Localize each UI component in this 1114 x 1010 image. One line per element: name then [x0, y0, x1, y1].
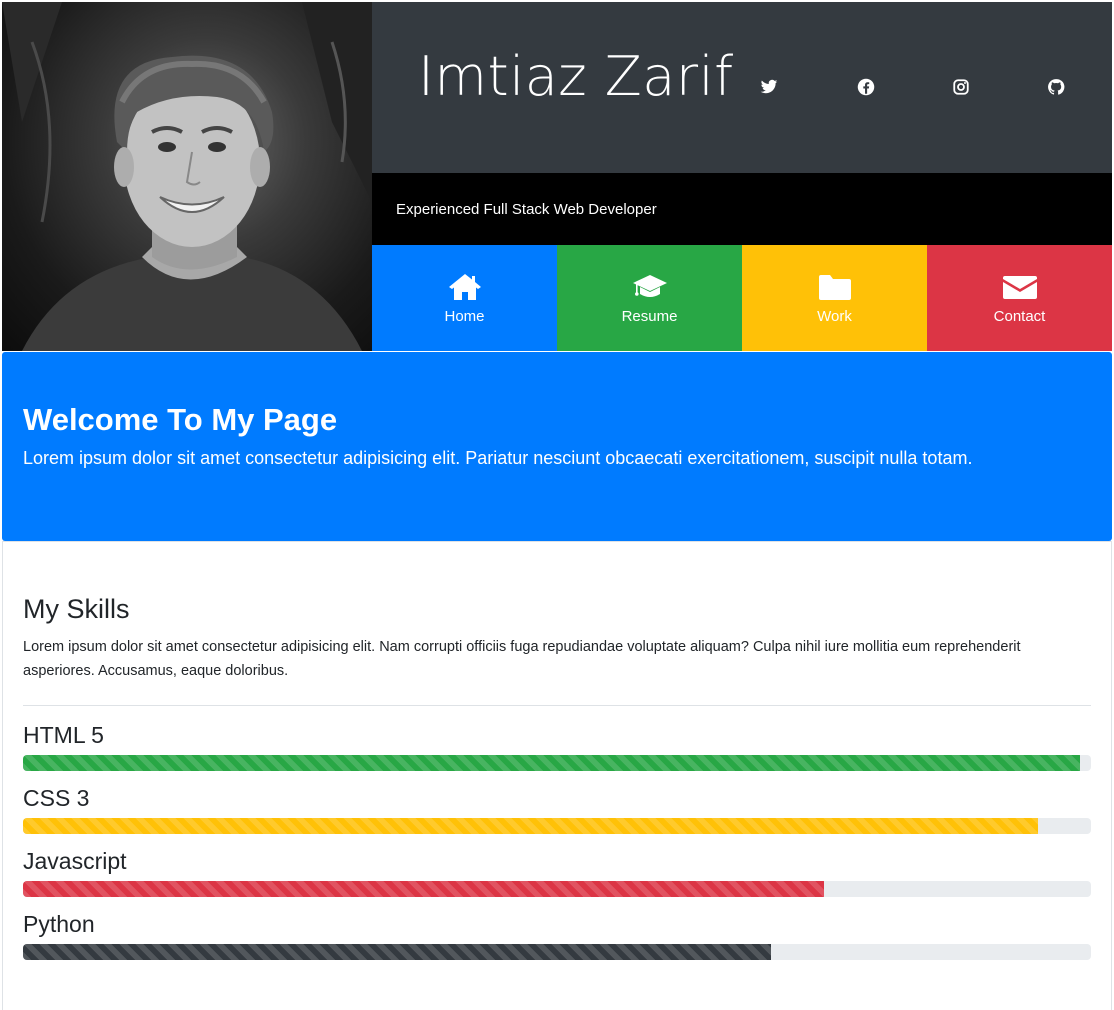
nav-contact[interactable]: Contact: [927, 245, 1112, 351]
site-owner-name: Imtiaz Zarif: [418, 45, 734, 108]
nav-home-label: Home: [444, 307, 485, 325]
skill-name: CSS 3: [23, 785, 90, 811]
progress-track: [23, 755, 1091, 771]
page: Imtiaz Zarif Experienced Full Stack Web …: [2, 2, 1112, 1010]
skill-html: HTML 5: [23, 722, 1091, 771]
skills-section: My Skills Lorem ipsum dolor sit amet con…: [2, 541, 1112, 1010]
profile-photo: [2, 2, 372, 351]
progress-bar: [23, 818, 1038, 834]
instagram-icon[interactable]: [952, 78, 972, 98]
skill-javascript: Javascript: [23, 848, 1091, 897]
envelope-icon: [1002, 275, 1037, 299]
skill-name: Python: [23, 911, 95, 937]
skill-name: Javascript: [23, 848, 127, 874]
header-name-bar: Imtiaz Zarif: [372, 2, 1112, 173]
twitter-icon[interactable]: [760, 78, 780, 98]
progress-bar: [23, 944, 771, 960]
progress-bar: [23, 755, 1081, 771]
tagline: Experienced Full Stack Web Developer: [396, 201, 657, 218]
folder-icon: [818, 274, 851, 300]
welcome-title: Welcome To My Page: [23, 402, 338, 437]
skills-title: My Skills: [23, 594, 130, 624]
welcome-text: Lorem ipsum dolor sit amet consectetur a…: [23, 448, 973, 468]
progress-track: [23, 944, 1091, 960]
skills-intro: Lorem ipsum dolor sit amet consectetur a…: [23, 639, 1021, 679]
skill-python: Python: [23, 911, 1091, 960]
skill-css: CSS 3: [23, 785, 1091, 834]
nav-work[interactable]: Work: [742, 245, 927, 351]
progress-bar: [23, 881, 824, 897]
facebook-icon[interactable]: [857, 78, 877, 98]
nav-contact-label: Contact: [993, 307, 1046, 325]
skill-name: HTML 5: [23, 722, 104, 748]
graduation-cap-icon: [632, 274, 667, 297]
nav-home[interactable]: Home: [372, 245, 557, 351]
welcome-section: Welcome To My Page Lorem ipsum dolor sit…: [2, 352, 1112, 541]
github-icon[interactable]: [1047, 78, 1067, 98]
main-nav: Home Resume Work Contact: [372, 245, 1112, 351]
divider: [23, 705, 1091, 706]
home-icon: [448, 273, 481, 300]
progress-track: [23, 818, 1091, 834]
nav-resume-label: Resume: [621, 307, 678, 325]
nav-resume[interactable]: Resume: [557, 245, 742, 351]
progress-track: [23, 881, 1091, 897]
nav-work-label: Work: [817, 307, 852, 325]
tagline-bar: Experienced Full Stack Web Developer: [372, 173, 1112, 245]
